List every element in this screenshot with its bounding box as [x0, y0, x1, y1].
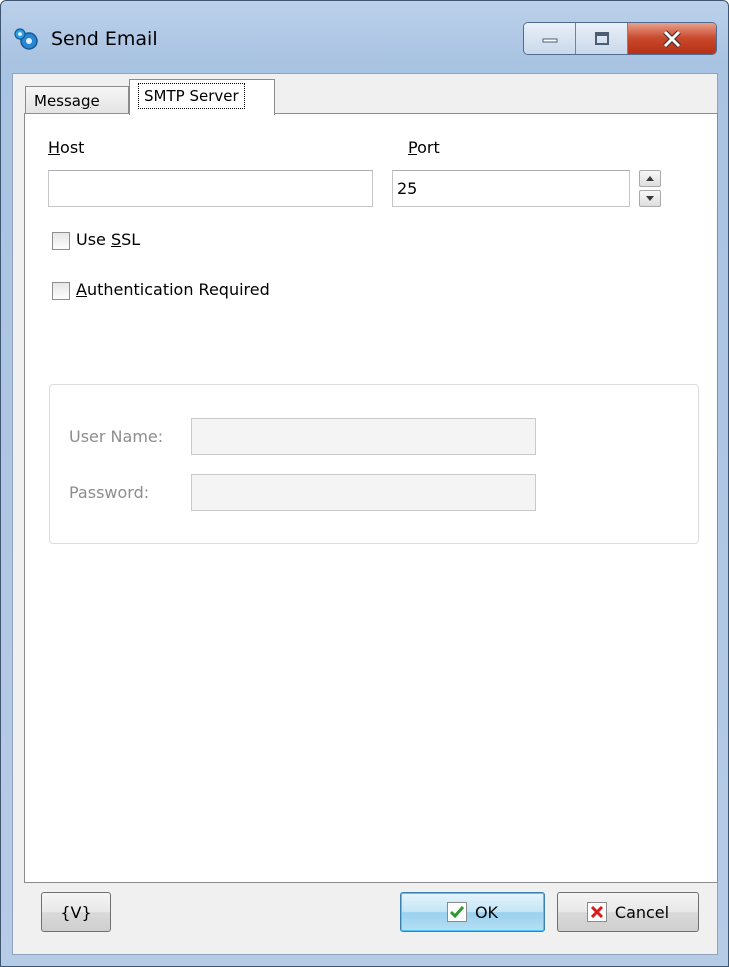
use-ssl-checkbox[interactable]	[52, 232, 70, 250]
arrow-down-icon	[646, 196, 654, 201]
window-title: Send Email	[51, 28, 158, 50]
tab-smtp-server-label: SMTP Server	[138, 83, 245, 109]
authentication-required-label[interactable]: Authentication Required	[76, 280, 270, 299]
gears-icon	[14, 28, 38, 50]
use-ssl-label[interactable]: Use SSL	[76, 230, 140, 249]
port-down-button[interactable]	[639, 190, 661, 207]
variables-button[interactable]: {V}	[41, 892, 111, 932]
tab-message-label: Message	[34, 92, 100, 110]
minimize-button[interactable]	[524, 23, 576, 54]
tab-smtp-server[interactable]: SMTP Server	[129, 79, 275, 115]
port-input[interactable]: 25	[392, 170, 630, 207]
authentication-required-checkbox[interactable]	[52, 282, 70, 300]
send-email-window: Send Email Message SMTP Server Host Port…	[0, 0, 729, 967]
maximize-button[interactable]	[576, 23, 628, 54]
minimize-icon	[542, 38, 557, 42]
host-input[interactable]	[48, 170, 373, 207]
tab-message[interactable]: Message	[25, 86, 129, 114]
username-label: User Name:	[69, 427, 164, 446]
password-input[interactable]	[191, 474, 536, 511]
check-icon	[446, 902, 467, 922]
ok-button-label: OK	[474, 902, 499, 922]
close-button[interactable]	[628, 23, 716, 54]
ok-button[interactable]: OK	[400, 892, 545, 932]
arrow-up-icon	[646, 176, 654, 181]
cancel-button-label: Cancel	[614, 902, 670, 922]
x-icon	[586, 902, 607, 922]
variables-button-label: {V}	[60, 902, 92, 922]
credentials-group: User Name: Password:	[49, 384, 699, 544]
username-input[interactable]	[191, 418, 536, 455]
host-label: Host	[48, 138, 85, 157]
port-stepper	[639, 170, 661, 207]
maximize-icon	[594, 31, 609, 45]
window-controls	[523, 22, 717, 55]
port-up-button[interactable]	[639, 170, 661, 187]
dialog-client-area: Message SMTP Server Host Port 25 Use SSL	[12, 73, 718, 955]
title-bar[interactable]: Send Email	[1, 1, 728, 65]
password-label: Password:	[69, 483, 150, 502]
close-icon	[663, 29, 681, 48]
smtp-server-panel: Host Port 25 Use SSL Authentication Requ…	[24, 113, 718, 883]
port-label: Port	[408, 138, 440, 157]
cancel-button[interactable]: Cancel	[557, 892, 699, 932]
